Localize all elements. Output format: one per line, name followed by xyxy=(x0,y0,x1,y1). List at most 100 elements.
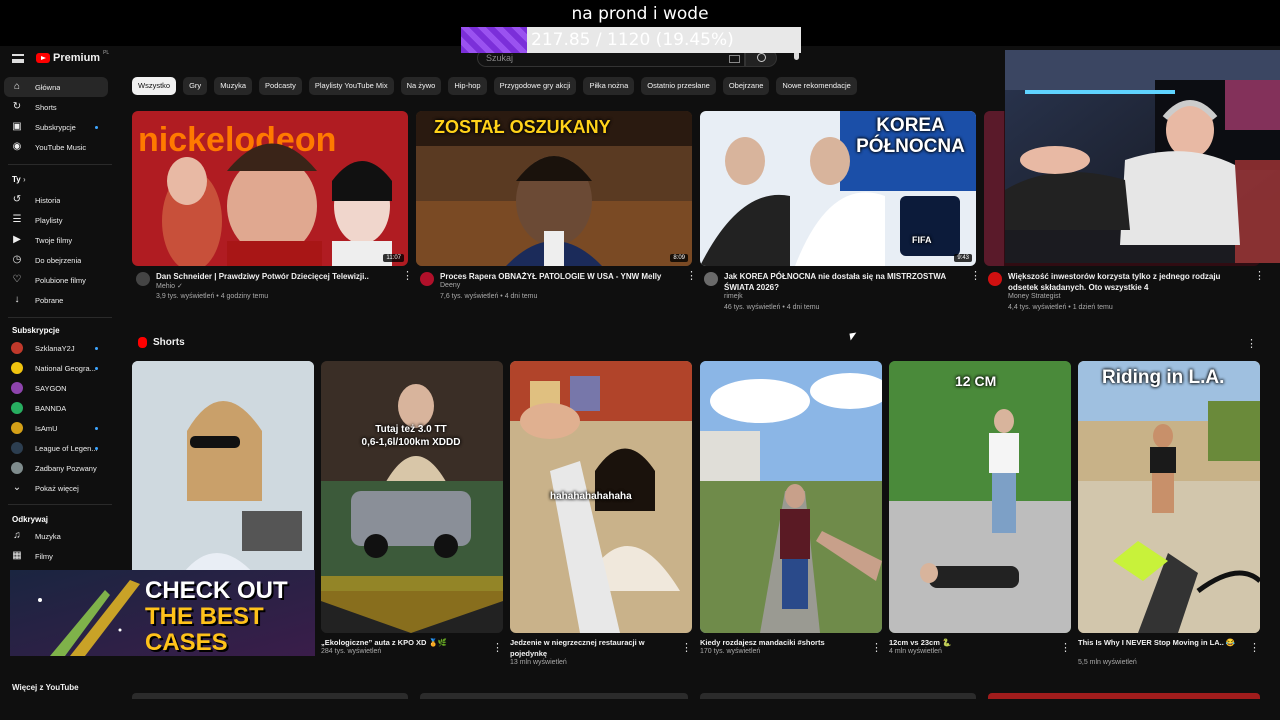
filter-chip[interactable]: Wszystko xyxy=(132,77,177,95)
new-content-dot xyxy=(95,427,98,430)
short-thumbnail[interactable]: Riding in L.A. xyxy=(1078,361,1260,633)
more-options-icon[interactable] xyxy=(1254,269,1265,282)
filter-chip[interactable]: Na żywo xyxy=(400,77,442,95)
more-options-icon[interactable] xyxy=(402,269,413,282)
short-stats: 13 mln wyświetleń xyxy=(510,659,567,666)
filter-chip[interactable]: Gry xyxy=(183,77,208,95)
channel-avatar[interactable] xyxy=(136,272,150,286)
video-card[interactable]: ZOSTAŁ OSZUKANY 8:09 Proces Rapera OBNAŻYŁ… xyxy=(416,111,697,326)
video-title[interactable]: Większość inwestorów korzysta tylko z je… xyxy=(1008,271,1244,293)
more-from-youtube-heading: Więcej z YouTube xyxy=(12,683,79,692)
sidebar-item-isamu[interactable]: IsAmU xyxy=(4,418,108,438)
video-thumbnail[interactable]: nickelodeon 11:07 xyxy=(132,111,408,266)
sidebar-item-saygon[interactable]: SAYGON xyxy=(4,378,108,398)
sidebar-item-label: Playlisty xyxy=(35,215,63,225)
filter-chip[interactable]: Piłka nożna xyxy=(583,77,635,95)
short-card[interactable]: hahahahahahaha Jedzenie w niegrzecznej re… xyxy=(510,361,692,673)
logo-text: Premium xyxy=(53,52,101,64)
sidebar-item-bannda[interactable]: BANNDA xyxy=(4,398,108,418)
sidebar-item-filmy[interactable]: ▦ Filmy xyxy=(4,546,108,566)
menu-icon[interactable] xyxy=(12,54,24,63)
video-title[interactable]: Proces Rapera OBNAŻYŁ PATOLOGIE W USA - … xyxy=(440,271,676,282)
video-thumbnail[interactable]: KOREA PÓŁNOCNA FIFA 9:43 xyxy=(700,111,976,266)
short-title[interactable]: 12cm vs 23cm 🐍 xyxy=(889,637,1055,648)
sidebar-item-historia[interactable]: ↺ Historia xyxy=(4,190,108,210)
channel-name[interactable]: Mehio ✓ xyxy=(156,282,183,290)
shorts-more-icon[interactable]: ⋮ xyxy=(1246,337,1257,350)
short-card[interactable]: Tutaj też 3.0 TT 0,6-1,6l/100km XDDD „Eko… xyxy=(321,361,503,673)
short-meta: 12cm vs 23cm 🐍 4 mln wyświetleń xyxy=(889,633,1071,673)
short-thumbnail[interactable] xyxy=(700,361,882,633)
short-thumbnail[interactable]: 12 CM xyxy=(889,361,1071,633)
home-icon: ⌂ xyxy=(13,81,21,92)
video-card[interactable]: KOREA PÓŁNOCNA FIFA 9:43 Jak KOREA PÓŁNOCNA… xyxy=(700,111,981,326)
more-options-icon[interactable] xyxy=(681,638,692,656)
short-card[interactable]: Kiedy rozdajesz mandaciki #shorts 170 tys… xyxy=(700,361,882,673)
next-row-thumb-1 xyxy=(132,693,408,699)
sidebar-section-heading: Odkrywaj xyxy=(12,515,48,524)
more-options-icon[interactable] xyxy=(871,638,882,656)
keyboard-icon[interactable] xyxy=(729,55,740,63)
filter-chip[interactable]: Nowe rekomendacje xyxy=(776,77,857,95)
channel-avatar[interactable] xyxy=(988,272,1002,286)
sidebar-item-szklanay2j[interactable]: SzklanaY2J xyxy=(4,338,108,358)
filter-chip[interactable]: Podcasty xyxy=(259,77,302,95)
sidebar-item-label: League of Legen... xyxy=(35,443,98,453)
filter-chip[interactable]: Obejrzane xyxy=(722,77,770,95)
sidebar-item-national-geogra[interactable]: National Geogra... xyxy=(4,358,108,378)
sidebar-item-zadbany-pozwany[interactable]: Zadbany Pozwany xyxy=(4,458,108,478)
short-overlay-text: Riding in L.A. xyxy=(1102,367,1225,388)
sidebar-item-youtube-music[interactable]: ◉ YouTube Music xyxy=(4,137,108,157)
short-title[interactable]: Jedzenie w niegrzecznej restauracji w po… xyxy=(510,637,676,659)
filter-chip[interactable]: Przygodowe gry akcji xyxy=(493,77,577,95)
sidebar-item-shorts[interactable]: ↻ Shorts xyxy=(4,97,108,117)
channel-name[interactable]: rimejk xyxy=(724,293,743,300)
video-title[interactable]: Dan Schneider | Prawdziwy Potwór Dziecię… xyxy=(156,271,392,282)
filter-chip[interactable]: Muzyka xyxy=(214,77,253,95)
channel-name[interactable]: Money Strategist xyxy=(1008,293,1061,300)
video-card[interactable]: nickelodeon 11:07 Dan Schneider | Prawdziw… xyxy=(132,111,413,326)
sidebar-item-muzyka[interactable]: ♫ Muzyka xyxy=(4,526,108,546)
short-title[interactable]: This Is Why I NEVER Stop Moving in LA.. … xyxy=(1078,637,1244,648)
filter-chip[interactable]: Ostatnio przesłane xyxy=(641,77,716,95)
filter-chip[interactable]: Hip-hop xyxy=(448,77,487,95)
promo-line-2: THE BEST xyxy=(145,603,264,630)
sidebar-item-do-obejrzenia[interactable]: ◷ Do obejrzenia xyxy=(4,250,108,270)
sidebar-section-heading[interactable]: Ty › xyxy=(12,175,26,184)
filter-chip[interactable]: Playlisty YouTube Mix xyxy=(308,77,394,95)
next-row-thumb-2 xyxy=(420,693,688,699)
channel-avatar[interactable] xyxy=(420,272,434,286)
youtube-logo[interactable]: Premium PL xyxy=(36,50,109,64)
sidebar-item-pobrane[interactable]: ↓ Pobrane xyxy=(4,290,108,310)
show-more-button[interactable]: ⌄ Pokaż więcej xyxy=(4,478,108,498)
more-options-icon[interactable] xyxy=(1249,638,1260,656)
sidebar-item-polubione-filmy[interactable]: ♡ Polubione filmy xyxy=(4,270,108,290)
short-card[interactable]: 12 CM 12cm vs 23cm 🐍 4 mln wyświetleń xyxy=(889,361,1071,673)
promo-line-3: CASES xyxy=(145,629,228,656)
sidebar-divider xyxy=(8,164,112,165)
channel-name[interactable]: Deeny xyxy=(440,282,460,289)
donation-progress-bar: 217.85 / 1120 (19.45%) xyxy=(461,27,801,53)
video-stats: 3,9 tys. wyświetleń • 4 godziny temu xyxy=(156,293,269,300)
sidebar-item-twoje-filmy[interactable]: ▶ Twoje filmy xyxy=(4,230,108,250)
video-title[interactable]: Jak KOREA PÓŁNOCNA nie dostała się na MI… xyxy=(724,271,960,293)
more-options-icon[interactable] xyxy=(686,269,697,282)
more-options-icon[interactable] xyxy=(970,269,981,282)
channel-avatar xyxy=(11,442,23,454)
channel-avatar xyxy=(11,402,23,414)
short-title[interactable]: Kiedy rozdajesz mandaciki #shorts xyxy=(700,637,866,648)
more-options-icon[interactable] xyxy=(492,638,503,656)
mouse-cursor xyxy=(849,332,858,341)
sidebar-item-playlisty[interactable]: ☰ Playlisty xyxy=(4,210,108,230)
more-options-icon[interactable] xyxy=(1060,638,1071,656)
sidebar-item-league-of-legen[interactable]: League of Legen... xyxy=(4,438,108,458)
video-thumbnail[interactable]: ZOSTAŁ OSZUKANY 8:09 xyxy=(416,111,692,266)
short-card[interactable]: Riding in L.A. This Is Why I NEVER Stop M… xyxy=(1078,361,1260,673)
short-meta: Jedzenie w niegrzecznej restauracji w po… xyxy=(510,633,692,673)
channel-avatar[interactable] xyxy=(704,272,718,286)
short-thumbnail[interactable]: hahahahahahaha xyxy=(510,361,692,633)
short-title[interactable]: „Ekologiczne” auta z KPO XD 🏅🌿 xyxy=(321,637,487,648)
short-thumbnail[interactable]: Tutaj też 3.0 TT 0,6-1,6l/100km XDDD xyxy=(321,361,503,633)
sidebar-item-subskrypcje[interactable]: ▣ Subskrypcje xyxy=(4,117,108,137)
sidebar-item-główna[interactable]: ⌂ Główna xyxy=(4,77,108,97)
